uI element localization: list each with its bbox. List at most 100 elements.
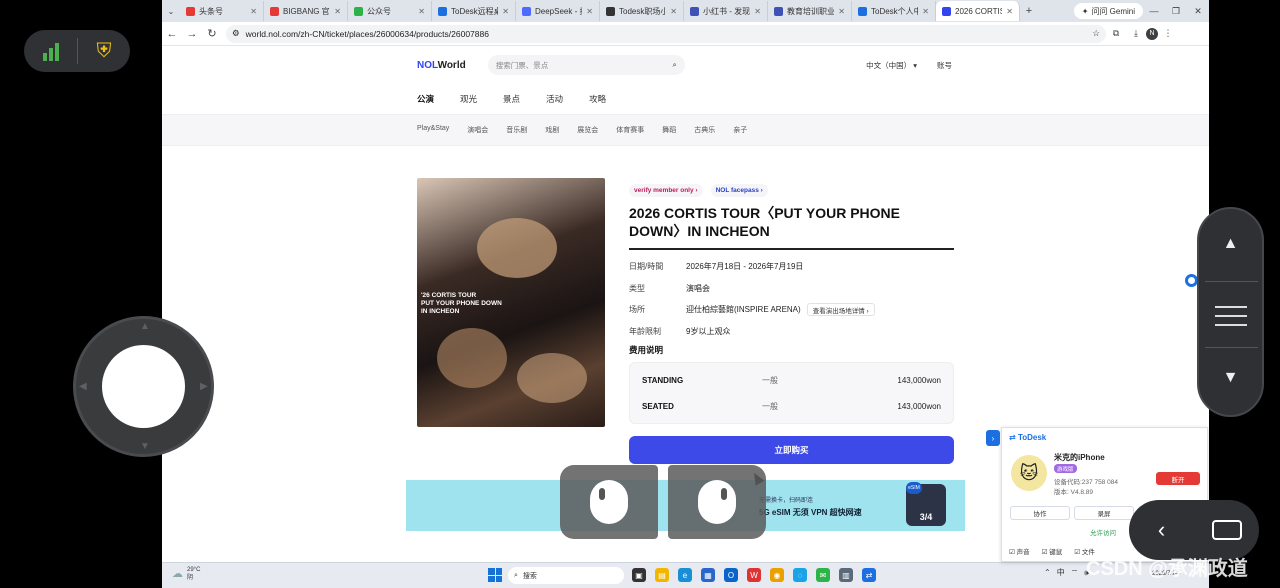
outlook-icon[interactable]: O: [724, 568, 738, 582]
file-explorer-icon[interactable]: ▤: [655, 568, 669, 582]
site-logo[interactable]: NOLWorld: [417, 60, 466, 71]
close-icon[interactable]: ✕: [418, 7, 425, 16]
subnav-concert[interactable]: 演唱会: [467, 125, 488, 135]
subnav-musical[interactable]: 音乐剧: [506, 125, 527, 135]
taskbar-search[interactable]: ⌕ 搜索: [508, 567, 624, 584]
back-button[interactable]: ←: [162, 28, 182, 40]
tab-9-active[interactable]: 2026 CORTIS ✕: [936, 1, 1020, 21]
fee-heading: 费用说明: [629, 345, 664, 355]
verify-member-badge[interactable]: verify member only ›: [629, 184, 703, 197]
tab-5[interactable]: Todesk职场小 ✕: [600, 1, 684, 21]
facepass-badge[interactable]: NOL facepass ›: [710, 184, 768, 197]
tab-2[interactable]: 公众号 ✕: [348, 1, 432, 21]
account-link[interactable]: 账号: [937, 60, 952, 71]
nav-guides[interactable]: 攻略: [589, 93, 606, 105]
site-search-input[interactable]: 搜索门票、景点 ⌕: [487, 55, 685, 75]
weather-widget[interactable]: ☁ 29°C 阴: [172, 566, 200, 582]
notes-icon[interactable]: ▥: [839, 568, 853, 582]
collaborate-button[interactable]: 协作: [1010, 506, 1070, 520]
scroll-up-icon[interactable]: ▲: [1199, 235, 1262, 253]
tab-8[interactable]: ToDesk个人中 ✕: [852, 1, 936, 21]
subnav-play-stay[interactable]: Play&Stay: [417, 125, 449, 135]
profile-avatar[interactable]: N: [1146, 27, 1158, 40]
tab-3[interactable]: ToDesk远程桌 ✕: [432, 1, 516, 21]
minimize-button[interactable]: —: [1143, 6, 1165, 16]
window-close-button[interactable]: ✕: [1187, 6, 1209, 17]
download-icon[interactable]: ⤓: [1126, 28, 1146, 39]
chat-icon[interactable]: ◌: [793, 568, 807, 582]
menu-icon[interactable]: ⋮: [1158, 28, 1178, 39]
subnav-sports[interactable]: 体育赛事: [616, 125, 644, 135]
subnav-exhibition[interactable]: 展览会: [577, 125, 598, 135]
close-icon[interactable]: ✕: [922, 7, 929, 16]
keyboard-icon[interactable]: [1194, 520, 1259, 540]
subnav-dance[interactable]: 舞蹈: [662, 125, 676, 135]
tab-4[interactable]: DeepSeek - 探 ✕: [516, 1, 600, 21]
record-button[interactable]: 录屏: [1074, 506, 1134, 520]
url-field[interactable]: ⚙ world.nol.com/zh-CN/ticket/places/2600…: [226, 24, 1106, 43]
arrow-right-icon: ▶: [200, 381, 208, 392]
site-info-icon[interactable]: ⚙: [232, 28, 240, 39]
gemini-button[interactable]: ✦ 问问 Gemini: [1073, 3, 1143, 19]
nav-activities[interactable]: 活动: [546, 93, 563, 105]
tab-search-icon[interactable]: ⌄: [162, 2, 180, 20]
windows-start-icon[interactable]: [488, 568, 502, 582]
subnav-drama[interactable]: 戏剧: [545, 125, 559, 135]
wechat-icon[interactable]: ✉: [816, 568, 830, 582]
chevron-right-icon[interactable]: ›: [986, 430, 1000, 446]
chrome-icon[interactable]: ◉: [770, 568, 784, 582]
system-tray: ⌃ 中 ⌔ 🕪: [1044, 567, 1089, 578]
info-row-age: 年龄限制 9岁以上观众: [629, 326, 731, 336]
subnav-classical[interactable]: 古典乐: [694, 125, 715, 135]
close-icon[interactable]: ✕: [502, 7, 509, 16]
new-tab-button[interactable]: +: [1020, 5, 1038, 17]
close-icon[interactable]: ✕: [250, 7, 257, 16]
disconnect-button[interactable]: 断开: [1156, 472, 1200, 485]
scroll-down-icon[interactable]: ▼: [1199, 369, 1262, 387]
bookmark-star-icon[interactable]: ☆: [1092, 28, 1100, 39]
nav-attractions[interactable]: 景点: [503, 93, 520, 105]
store-icon[interactable]: ▦: [701, 568, 715, 582]
keyboard-mouse-option[interactable]: ☑ 键鼠: [1042, 546, 1063, 556]
tab-1[interactable]: BIGBANG 官网✕: [264, 1, 348, 21]
reload-button[interactable]: ↻: [202, 27, 222, 40]
network-icon[interactable]: ⌔: [1071, 568, 1079, 578]
virtual-joystick[interactable]: ▲ ▼ ◀ ▶: [73, 316, 214, 457]
forward-button[interactable]: →: [182, 28, 202, 40]
joystick-knob[interactable]: [102, 345, 185, 428]
allow-access-link[interactable]: 允许访问: [1090, 527, 1116, 537]
close-icon[interactable]: ✕: [754, 7, 761, 16]
subnav-family[interactable]: 亲子: [733, 125, 747, 135]
left-click-button[interactable]: [560, 465, 658, 539]
language-selector[interactable]: 中文（中国） ▾: [866, 60, 917, 71]
edge-icon[interactable]: e: [678, 568, 692, 582]
tab-6[interactable]: 小红书 - 发现 ✕: [684, 1, 768, 21]
tab-0[interactable]: 头条号 ✕: [180, 1, 264, 21]
tray-expand-icon[interactable]: ⌃: [1044, 568, 1051, 577]
ime-indicator[interactable]: 中: [1057, 567, 1065, 578]
signal-icon: [24, 41, 77, 61]
favicon: [606, 6, 615, 16]
close-icon[interactable]: ✕: [1006, 7, 1013, 16]
search-icon[interactable]: ⌕: [673, 60, 677, 70]
nav-sightseeing[interactable]: 观光: [460, 93, 477, 105]
close-icon[interactable]: ✕: [838, 7, 845, 16]
extensions-icon[interactable]: ⧉: [1106, 28, 1126, 39]
close-icon[interactable]: ✕: [586, 7, 593, 16]
connection-status-widget[interactable]: ⛨: [24, 30, 130, 72]
nav-performance[interactable]: 公演: [417, 93, 434, 105]
wps-icon[interactable]: W: [747, 568, 761, 582]
tab-7[interactable]: 教育培训职业 ✕: [768, 1, 852, 21]
close-icon[interactable]: ✕: [670, 7, 677, 16]
buy-now-button[interactable]: 立即购买: [629, 436, 954, 464]
fee-row: STANDING 一般 143,000won: [642, 375, 941, 385]
close-icon[interactable]: ✕: [334, 7, 341, 16]
restore-button[interactable]: ❐: [1165, 6, 1187, 17]
menu-lines-icon[interactable]: [1215, 299, 1247, 333]
venue-details-button[interactable]: 查看演出场地详情 ›: [806, 303, 875, 317]
right-click-button[interactable]: [668, 465, 766, 539]
sound-option[interactable]: ☑ 声音: [1009, 546, 1030, 556]
back-arrow-icon[interactable]: ‹: [1129, 517, 1194, 543]
todesk-taskbar-icon[interactable]: ⇄: [862, 568, 876, 582]
task-view-icon[interactable]: ▣: [632, 568, 646, 582]
